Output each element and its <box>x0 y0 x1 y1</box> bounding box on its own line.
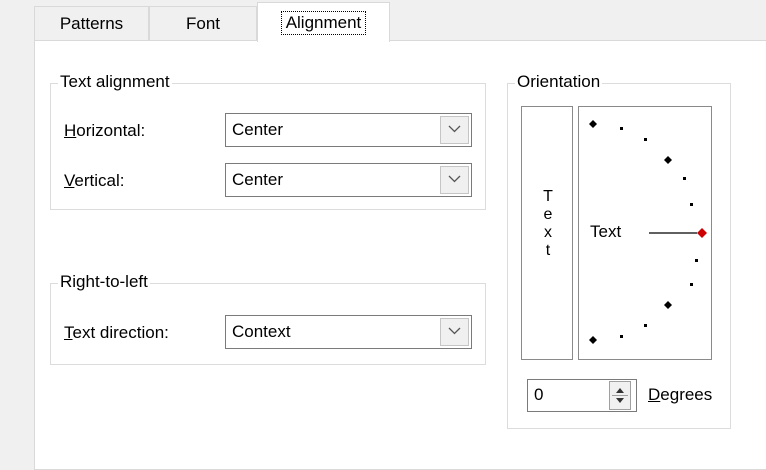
chevron-down-icon <box>448 327 461 335</box>
vertical-text-char: e <box>543 206 553 223</box>
spin-up-down-icon <box>612 388 628 403</box>
tab-patterns-label: Patterns <box>59 13 124 33</box>
dial-dot <box>644 138 647 141</box>
vertical-text-char: t <box>545 242 551 259</box>
dial-dot <box>620 127 623 130</box>
tab-alignment[interactable]: Alignment <box>257 2 390 42</box>
degrees-hotkey: D <box>648 385 661 404</box>
tab-font[interactable]: Font <box>149 6 257 40</box>
vertical-value: Center <box>232 170 284 189</box>
vertical-select[interactable]: Center <box>225 163 472 197</box>
dial-dot <box>690 283 693 286</box>
dial-pointer-diamond <box>697 228 707 238</box>
horizontal-value: Center <box>232 120 284 139</box>
horizontal-select[interactable]: Center <box>225 113 472 147</box>
dial-marker-diamond <box>589 120 597 128</box>
degrees-label-text: egrees <box>660 385 713 404</box>
vertical-dropdown-button[interactable] <box>440 166 469 194</box>
text-direction-label: Text direction: <box>64 322 169 344</box>
text-direction-select[interactable]: Context <box>225 315 472 349</box>
dial-dot <box>620 335 623 338</box>
horizontal-hotkey: H <box>64 121 77 140</box>
tab-font-label: Font <box>185 13 221 33</box>
text-direction-value: Context <box>232 322 291 341</box>
orientation-title: Orientation <box>515 72 603 92</box>
text-direction-dropdown-button[interactable] <box>440 318 469 346</box>
vertical-text-char: x <box>544 224 552 241</box>
chevron-down-icon <box>448 175 461 183</box>
vertical-label: Vertical: <box>64 170 124 192</box>
dial-dot <box>644 324 647 327</box>
dial-marker-diamond <box>589 336 597 344</box>
tab-patterns[interactable]: Patterns <box>34 6 149 40</box>
dial-text-label: Text <box>590 222 622 241</box>
dial-dot <box>690 203 693 206</box>
vertical-label-text: ertical: <box>74 171 125 190</box>
dial-dot <box>695 259 698 262</box>
horizontal-label: Horizontal: <box>64 120 145 142</box>
dial-marker-diamond <box>664 301 672 309</box>
degrees-spinner-button[interactable] <box>609 381 631 410</box>
orientation-dial[interactable]: Text <box>578 106 712 360</box>
vertical-hotkey: V <box>64 171 75 190</box>
vertical-text-toggle[interactable]: T e x t <box>521 106 573 360</box>
text-direction-label-text: ext direction: <box>72 323 169 342</box>
horizontal-label-text: orizontal: <box>76 121 146 140</box>
text-alignment-title: Text alignment <box>58 72 172 92</box>
right-to-left-title: Right-to-left <box>58 272 150 292</box>
tab-alignment-label: Alignment <box>280 10 367 35</box>
degrees-value: 0 <box>534 385 544 404</box>
horizontal-dropdown-button[interactable] <box>440 116 469 144</box>
chevron-down-icon <box>448 125 461 133</box>
vertical-text-char: T <box>543 188 553 205</box>
dial-marker-diamond <box>664 156 672 164</box>
dial-dot <box>683 177 686 180</box>
text-direction-hotkey: T <box>64 323 73 342</box>
degrees-label: Degrees <box>648 384 712 406</box>
